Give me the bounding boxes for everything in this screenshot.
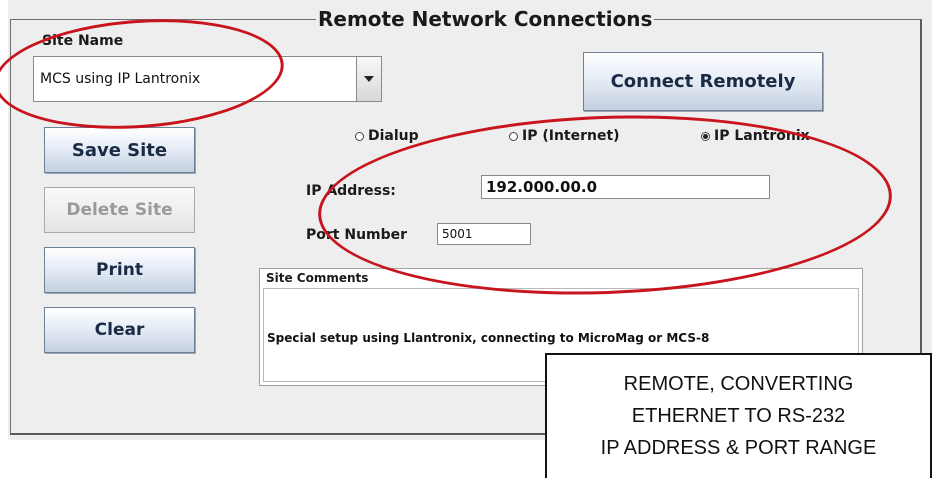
radio-circle-icon bbox=[355, 131, 364, 141]
annotation-line-1: REMOTE, CONVERTING bbox=[623, 373, 854, 395]
chevron-down-icon bbox=[364, 76, 374, 82]
radio-circle-icon bbox=[509, 131, 518, 141]
site-comments-text: Special setup using Llantronix, connecti… bbox=[267, 331, 710, 345]
site-name-value: MCS using IP Lantronix bbox=[40, 71, 201, 87]
site-comments-label: Site Comments bbox=[266, 271, 369, 285]
annotation-line-2: ETHERNET TO RS-232 bbox=[631, 405, 846, 427]
radio-selected-icon bbox=[701, 131, 710, 141]
port-number-label: Port Number bbox=[306, 227, 408, 243]
radio-ip-internet[interactable]: IP (Internet) bbox=[509, 128, 620, 144]
annotation-callout: REMOTE, CONVERTING ETHERNET TO RS-232 IP… bbox=[545, 353, 932, 478]
site-name-label: Site Name bbox=[42, 33, 124, 49]
port-number-input[interactable]: 5001 bbox=[437, 223, 531, 245]
screenshot: Remote Network Connections Site Name MCS… bbox=[0, 0, 933, 478]
group-title: Remote Network Connections bbox=[316, 6, 655, 32]
save-site-button[interactable]: Save Site bbox=[44, 127, 195, 173]
ip-address-label: IP Address: bbox=[306, 183, 396, 199]
radio-ip-lantronix[interactable]: IP Lantronix bbox=[701, 128, 810, 144]
print-button[interactable]: Print bbox=[44, 247, 195, 293]
ip-address-input[interactable]: 192.000.00.0 bbox=[481, 175, 770, 199]
radio-dialup[interactable]: Dialup bbox=[355, 128, 419, 144]
site-name-dropdown[interactable]: MCS using IP Lantronix bbox=[33, 56, 382, 102]
connect-remotely-button[interactable]: Connect Remotely bbox=[583, 52, 823, 111]
delete-site-button[interactable]: Delete Site bbox=[44, 187, 195, 233]
radio-ip-lantronix-label: IP Lantronix bbox=[714, 128, 810, 144]
radio-dialup-label: Dialup bbox=[368, 128, 419, 144]
annotation-line-3: IP ADDRESS & PORT RANGE bbox=[600, 437, 877, 459]
dropdown-button[interactable] bbox=[356, 57, 381, 101]
clear-button[interactable]: Clear bbox=[44, 307, 195, 353]
radio-ip-internet-label: IP (Internet) bbox=[522, 128, 620, 144]
